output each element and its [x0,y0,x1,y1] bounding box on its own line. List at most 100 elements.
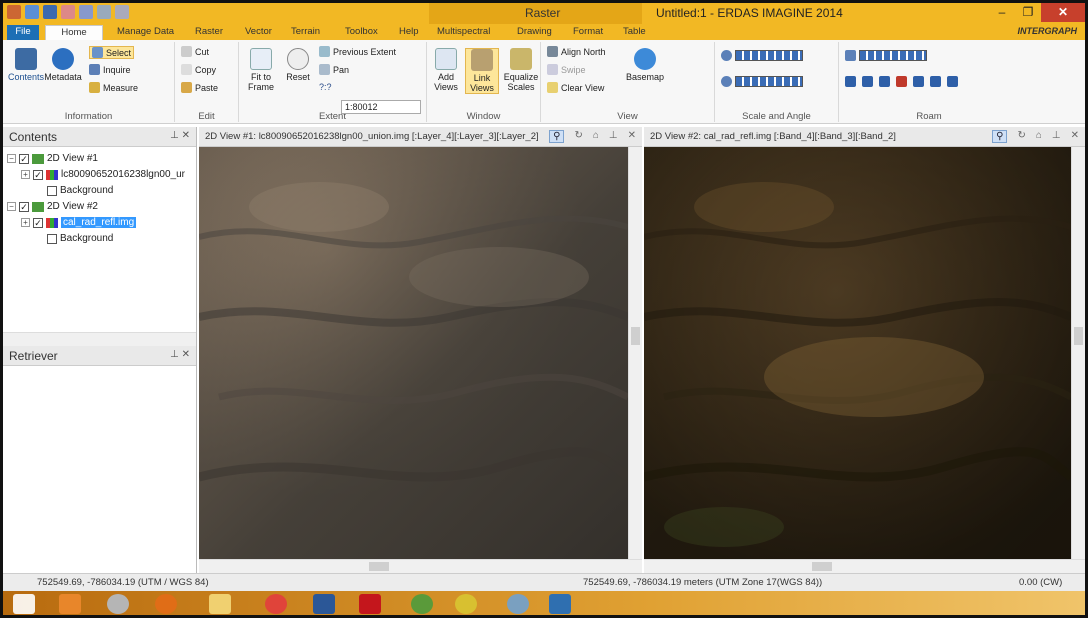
sync-icon[interactable]: ↻ [1017,130,1025,143]
tab-multispectral[interactable]: Multispectral [433,25,494,40]
tab-file[interactable]: File [7,25,39,40]
clear-view-button[interactable]: Clear View [547,82,604,93]
inquire-button[interactable]: Inquire [89,64,131,75]
view-2-hscrollbar[interactable] [644,559,1085,573]
checkbox-icon[interactable]: ✓ [19,201,29,212]
roam-bar[interactable] [859,50,927,61]
media-player-icon[interactable] [59,594,81,614]
lock-icon[interactable]: ⌂ [1036,130,1042,143]
paste-button[interactable]: Paste [181,82,218,93]
metadata-button[interactable]: Metadata [43,48,83,82]
scroll-thumb[interactable] [369,562,389,571]
zoom-icon[interactable] [97,5,111,19]
play-icon[interactable] [913,76,924,87]
minimize-button[interactable]: – [989,3,1015,22]
checkbox-icon[interactable]: ✓ [19,153,29,164]
tab-manage-data[interactable]: Manage Data [113,25,178,40]
tab-drawing[interactable]: Drawing [513,25,556,40]
close-button[interactable]: ✕ [1041,3,1085,22]
scroll-thumb[interactable] [812,562,832,571]
maximize-button[interactable]: ❐ [1015,3,1041,22]
swipe-button[interactable]: Swipe [547,64,586,75]
link-toggle-icon[interactable]: ⚲ [992,130,1008,143]
pin-close-icon[interactable]: ⊥ ✕ [170,349,190,360]
collapse-icon[interactable]: − [7,202,16,211]
lock-icon[interactable]: ⌂ [593,130,599,143]
pin-close-icon[interactable]: ⊥ ✕ [170,130,190,141]
close-view-icon[interactable]: ✕ [628,130,636,143]
tree-item-background1[interactable]: Background [47,185,113,196]
expand-icon[interactable]: + [21,218,30,227]
tab-terrain[interactable]: Terrain [287,25,324,40]
tab-vector[interactable]: Vector [241,25,276,40]
fit-to-frame-button[interactable]: Fit to Frame [243,48,279,92]
add-views-button[interactable]: Add Views [429,48,463,92]
arcgis-pro-icon[interactable] [507,594,529,614]
collapse-icon[interactable]: − [7,154,16,163]
pin-icon[interactable]: ⊥ [609,130,618,143]
equalize-scales-button[interactable]: Equalize Scales [501,48,541,92]
link-toggle-icon[interactable]: ⚲ [549,130,565,143]
unknown-scale-button[interactable]: ?:? [319,82,332,92]
scale-input[interactable]: 1:80012 [341,100,421,114]
save-icon[interactable] [43,5,57,19]
tab-format[interactable]: Format [569,25,607,40]
tree-item-view2[interactable]: − ✓ 2D View #2 [7,201,98,212]
view-1-vscrollbar[interactable] [628,147,642,559]
tree-item-layer2[interactable]: + ✓ cal_rad_refl.img [21,217,137,228]
acrobat-icon[interactable] [359,594,381,614]
sync-icon[interactable]: ↻ [574,130,582,143]
expand-icon[interactable]: + [21,170,30,179]
checkbox-icon[interactable]: ✓ [33,169,43,180]
checkbox-icon[interactable]: ✓ [33,217,43,228]
scale-slider[interactable] [721,50,803,61]
contents-button[interactable]: Contents [7,48,45,82]
word-icon[interactable] [313,594,335,614]
satellite-image-view1[interactable] [199,147,628,559]
qgis-icon[interactable] [411,594,433,614]
back-icon[interactable] [879,76,890,87]
last-icon[interactable] [947,76,958,87]
chrome-icon[interactable] [265,594,287,614]
close-view-icon[interactable]: ✕ [1071,130,1079,143]
satellite-image-view2[interactable] [644,147,1071,559]
tab-home[interactable]: Home [45,25,103,40]
copy-button[interactable]: Copy [181,64,216,75]
file-explorer-icon[interactable] [209,594,231,614]
redo-icon[interactable] [79,5,93,19]
scale-bar[interactable] [735,50,803,61]
basemap-button[interactable]: Basemap [625,48,665,82]
paint-icon[interactable] [107,594,129,614]
app-icon[interactable] [7,5,21,19]
tab-table[interactable]: Table [619,25,650,40]
tab-toolbox[interactable]: Toolbox [341,25,382,40]
tab-raster[interactable]: Raster [191,25,227,40]
pin-icon[interactable]: ⊥ [1052,130,1061,143]
envi-icon[interactable] [455,594,477,614]
rewind-icon[interactable] [862,76,873,87]
open-icon[interactable] [25,5,39,19]
link-views-button[interactable]: Link Views [465,48,499,94]
view-2-vscrollbar[interactable] [1071,147,1085,559]
pan-button[interactable]: Pan [319,64,349,75]
align-north-button[interactable]: Align North [547,46,606,57]
contents-hscrollbar[interactable] [3,332,196,346]
view-1-hscrollbar[interactable] [199,559,642,573]
cut-button[interactable]: Cut [181,46,209,57]
windows-start-icon[interactable] [13,594,35,614]
scroll-thumb[interactable] [631,327,640,345]
roam-slider[interactable] [845,50,927,61]
reset-button[interactable]: Reset [283,48,313,82]
angle-bar[interactable] [735,76,803,87]
angle-slider[interactable] [721,76,803,87]
stop-icon[interactable] [896,76,907,87]
scroll-thumb[interactable] [1074,327,1083,345]
tree-item-background2[interactable]: Background [47,233,113,244]
tree-item-layer1[interactable]: + ✓ lc80090652016238lgn00_ur [21,169,185,180]
tab-help[interactable]: Help [395,25,423,40]
tree-item-view1[interactable]: − ✓ 2D View #1 [7,153,98,164]
undo-icon[interactable] [61,5,75,19]
forward-icon[interactable] [930,76,941,87]
firefox-icon[interactable] [155,594,177,614]
measure-button[interactable]: Measure [89,82,138,93]
